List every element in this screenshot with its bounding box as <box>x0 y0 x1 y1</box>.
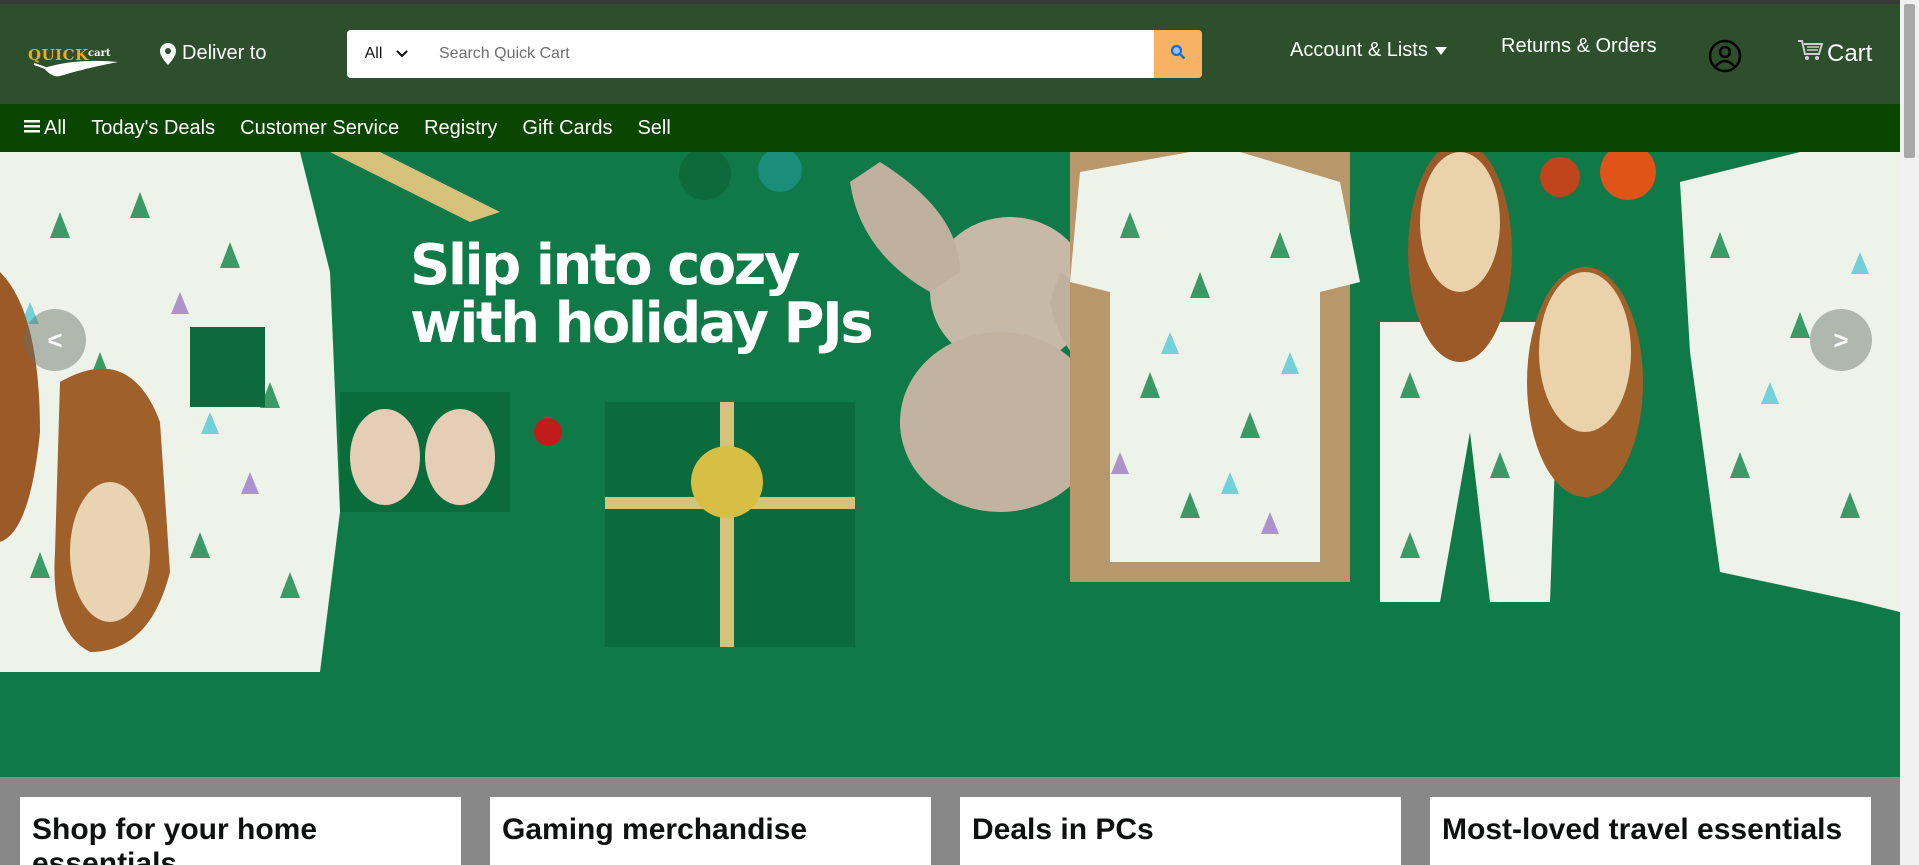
carousel-next-button[interactable]: > <box>1810 309 1872 371</box>
page-scrollbar[interactable] <box>1900 0 1919 865</box>
site-header: QUICK cart Deliver to All Account & List… <box>0 4 1900 104</box>
card-home-essentials[interactable]: Shop for your home essentials <box>20 797 461 865</box>
nav-registry[interactable]: Registry <box>424 117 497 140</box>
card-title: Gaming merchandise <box>502 813 808 846</box>
search-category-select[interactable]: All <box>347 30 427 78</box>
search-button[interactable] <box>1154 30 1202 78</box>
cart-label: Cart <box>1827 39 1873 67</box>
card-gaming-merchandise[interactable]: Gaming merchandise <box>490 797 931 865</box>
svg-text:QUICK: QUICK <box>28 46 89 64</box>
carousel-prev-button[interactable]: < <box>24 309 86 371</box>
nav-todays-deals[interactable]: Today's Deals <box>91 117 215 140</box>
hero-headline-line1: Slip into cozy <box>410 233 800 298</box>
chevron-down-icon <box>1434 39 1448 62</box>
quickcart-logo[interactable]: QUICK cart <box>26 38 130 82</box>
search-category-label: All <box>364 45 383 62</box>
svg-text:cart: cart <box>88 48 111 59</box>
search-bar: All <box>347 30 1202 78</box>
card-deals-in-pcs[interactable]: Deals in PCs <box>960 797 1401 865</box>
cart-link[interactable]: Cart <box>1797 39 1872 68</box>
card-title: Most-loved travel essentials <box>1442 813 1843 846</box>
hamburger-icon <box>24 117 40 140</box>
hero-headline: Slip into cozy with holiday PJs <box>410 237 930 353</box>
account-lists-label: Account & Lists <box>1290 39 1428 61</box>
nav-customer-service[interactable]: Customer Service <box>240 117 399 140</box>
location-pin-icon <box>160 42 176 65</box>
deliver-label: Deliver to <box>182 42 267 64</box>
deliver-to[interactable]: Deliver to <box>160 42 266 65</box>
user-circle-icon[interactable] <box>1708 39 1742 73</box>
card-title: Deals in PCs <box>972 813 1154 846</box>
card-travel-essentials[interactable]: Most-loved travel essentials <box>1430 797 1871 865</box>
all-menu-label: All <box>44 116 67 139</box>
hero-carousel[interactable]: Slip into cozy with holiday PJs < > <box>0 152 1900 777</box>
hero-headline-line2: with holiday PJs <box>410 291 874 356</box>
secondary-nav: All Today's Deals Customer Service Regis… <box>0 104 1900 152</box>
chevron-down-icon <box>396 45 409 63</box>
all-menu-button[interactable]: All <box>24 117 66 140</box>
cart-icon <box>1797 39 1824 68</box>
nav-gift-cards[interactable]: Gift Cards <box>522 117 612 140</box>
search-icon <box>1170 44 1186 65</box>
category-cards: Shop for your home essentials Gaming mer… <box>0 777 1900 865</box>
nav-sell[interactable]: Sell <box>637 117 670 140</box>
returns-orders-link[interactable]: Returns & Orders <box>1501 35 1657 58</box>
hero-banner-image <box>0 152 1900 777</box>
search-input[interactable] <box>427 30 1154 78</box>
scrollbar-thumb[interactable] <box>1904 4 1915 158</box>
account-lists-menu[interactable]: Account & Lists <box>1290 39 1448 62</box>
card-title: Shop for your home essentials <box>32 813 317 865</box>
